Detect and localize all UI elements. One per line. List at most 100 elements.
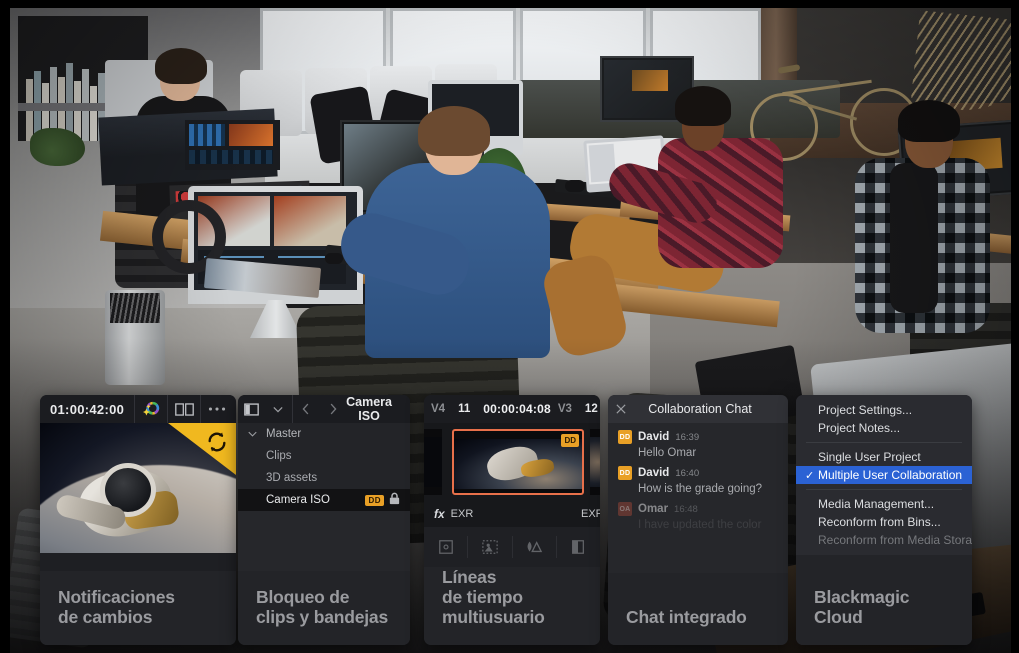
track-label-v4: V4 xyxy=(431,403,446,415)
chat-message: DD David 16:40 How is the grade going? xyxy=(608,459,788,495)
menu-item-label: Project Notes... xyxy=(818,421,901,435)
caption-line-1: Blackmagic Cloud xyxy=(814,586,910,627)
chat-message: DD David 16:39 Hello Omar xyxy=(608,423,788,459)
dynamic-zoom-icon[interactable] xyxy=(513,539,556,555)
chevron-down-icon[interactable] xyxy=(248,428,266,440)
chat-timestamp: 16:48 xyxy=(674,503,698,515)
menu-item-reconform-from-media-storage: Reconform from Media Storage... xyxy=(796,531,972,549)
caption-line-1: Notificaciones xyxy=(58,586,175,607)
clip-metadata-row: fx EXR EXR xyxy=(424,501,600,527)
card-caption: Bloqueo de clips y bandejas xyxy=(238,587,410,645)
card-bin-lock: Camera ISO Master Clips 3D assets Camera… xyxy=(238,395,410,645)
more-options-icon[interactable] xyxy=(201,395,233,423)
menu-item-label: Reconform from Bins... xyxy=(818,515,941,529)
composite-icon[interactable] xyxy=(557,539,600,555)
refresh-sync-icon[interactable] xyxy=(206,431,228,458)
timeline-track: DD xyxy=(424,423,600,501)
menu-item-label: Single User Project xyxy=(818,450,921,464)
bin-row-label: 3D assets xyxy=(266,472,318,484)
timeline-clip-previous[interactable] xyxy=(424,429,442,495)
timeline-clip-selected[interactable]: DD xyxy=(452,429,584,495)
bin-title: Camera ISO xyxy=(346,395,393,423)
menu-item-project-settings[interactable]: Project Settings... xyxy=(796,401,972,419)
bin-lower-strip xyxy=(238,511,410,571)
bin-row-clips[interactable]: Clips xyxy=(238,445,410,467)
viewer-toolbar: 01:00:42:00 xyxy=(40,395,236,423)
chat-timestamp: 16:40 xyxy=(675,467,700,479)
split-view-icon[interactable] xyxy=(168,395,200,423)
menu-separator xyxy=(806,442,962,443)
user-initials-badge: DD xyxy=(365,494,384,506)
bin-row-label: Camera ISO xyxy=(266,494,330,506)
chevron-down-icon[interactable] xyxy=(265,395,292,423)
viewer-timecode: 01:00:42:00 xyxy=(50,401,125,417)
bin-row-master[interactable]: Master xyxy=(238,423,410,445)
menu-item-media-management[interactable]: Media Management... xyxy=(796,495,972,513)
bin-row-camera-iso[interactable]: Camera ISO DD xyxy=(238,489,410,511)
chat-fade-overlay xyxy=(608,527,788,573)
card-chat: Collaboration Chat DD David 16:39 Hello … xyxy=(608,395,788,645)
caption-line-2: de tiempo xyxy=(442,586,523,607)
avatar: DD xyxy=(618,430,632,444)
clip-format-label-2: EXR xyxy=(581,508,600,520)
menu-item-label: Project Settings... xyxy=(818,403,913,417)
menu-item-project-notes[interactable]: Project Notes... xyxy=(796,419,972,437)
card-blackmagic-cloud: Project Settings... Project Notes... Sin… xyxy=(796,395,972,645)
menu-item-reconform-from-bins[interactable]: Reconform from Bins... xyxy=(796,513,972,531)
menu-item-label: Media Management... xyxy=(818,497,935,511)
sidebar-toggle-icon[interactable] xyxy=(238,395,265,423)
viewer-image xyxy=(40,423,236,553)
chevron-right-icon[interactable] xyxy=(319,395,346,423)
card-caption: Notificaciones de cambios xyxy=(40,587,236,645)
menu-item-label: Multiple User Collaboration xyxy=(818,468,963,482)
track-number-badge-11[interactable]: 11 xyxy=(450,399,479,419)
menu-item-label: Reconform from Media Storage... xyxy=(818,533,972,547)
lock-icon[interactable] xyxy=(388,492,401,508)
transform-icon[interactable] xyxy=(424,539,467,555)
fx-icon: fx xyxy=(434,507,445,521)
card-notifications: 01:00:42:00 Notificaciones de cambios xyxy=(40,395,236,645)
timeline-timecode: 00:00:04:08 xyxy=(483,402,551,416)
menu-item-single-user-project[interactable]: Single User Project xyxy=(796,448,972,466)
color-wheel-icon[interactable] xyxy=(135,395,167,423)
caption-line-1: Bloqueo de xyxy=(256,586,350,607)
bin-toolbar: Camera ISO xyxy=(238,395,410,423)
chat-sender-name: David xyxy=(638,431,670,443)
chat-title: Collaboration Chat xyxy=(648,402,752,416)
crop-icon[interactable] xyxy=(468,539,511,555)
track-label-v3: V3 xyxy=(557,403,572,415)
screenshot-root: 01:00:42:00 Notificaciones de cambios Ca… xyxy=(0,0,1019,653)
bin-row-label: Clips xyxy=(266,450,292,462)
inspector-toolbar xyxy=(424,527,600,567)
chat-message-list[interactable]: DD David 16:39 Hello Omar DD David 16:40… xyxy=(608,423,788,573)
chat-message-text: How is the grade going? xyxy=(638,483,763,495)
chat-timestamp: 16:39 xyxy=(675,431,700,443)
caption-line-1: Chat integrado xyxy=(626,606,747,627)
card-caption: Líneas de tiempo multiusuario xyxy=(424,567,600,645)
card-strip xyxy=(40,553,236,571)
caption-line-2: clips y bandejas xyxy=(256,606,388,627)
menu-separator-2 xyxy=(806,489,962,490)
chat-message: OA Omar 16:48 I have updated the color xyxy=(608,495,788,531)
clip-user-badge: DD xyxy=(561,434,579,447)
bin-list: Master Clips 3D assets Camera ISO DD xyxy=(238,423,410,511)
menu-item-multiple-user-collaboration[interactable]: ✓ Multiple User Collaboration xyxy=(796,466,972,484)
card-timeline: V4 11 00:00:04:08 V3 12 DD fx EXR EXR Lí… xyxy=(424,395,600,645)
feature-card-row: 01:00:42:00 Notificaciones de cambios Ca… xyxy=(0,388,1019,653)
close-icon[interactable] xyxy=(608,395,634,423)
chat-sender-name: Omar xyxy=(638,503,669,515)
avatar: OA xyxy=(618,502,632,516)
bin-row-label: Master xyxy=(266,428,302,440)
chevron-left-icon[interactable] xyxy=(293,395,320,423)
card-caption: Blackmagic Cloud xyxy=(796,587,972,645)
caption-line-1: Líneas xyxy=(442,566,497,587)
timeline-header: V4 11 00:00:04:08 V3 12 xyxy=(424,395,600,423)
caption-line-2: de cambios xyxy=(58,606,153,627)
bin-row-3d-assets[interactable]: 3D assets xyxy=(238,467,410,489)
chat-titlebar: Collaboration Chat xyxy=(608,395,788,423)
project-menu: Project Settings... Project Notes... Sin… xyxy=(796,395,972,561)
timeline-clip-next[interactable] xyxy=(590,429,600,495)
clip-format-label: EXR xyxy=(450,508,474,520)
track-number-badge-12[interactable]: 12 xyxy=(577,399,600,419)
avatar: DD xyxy=(618,466,632,480)
